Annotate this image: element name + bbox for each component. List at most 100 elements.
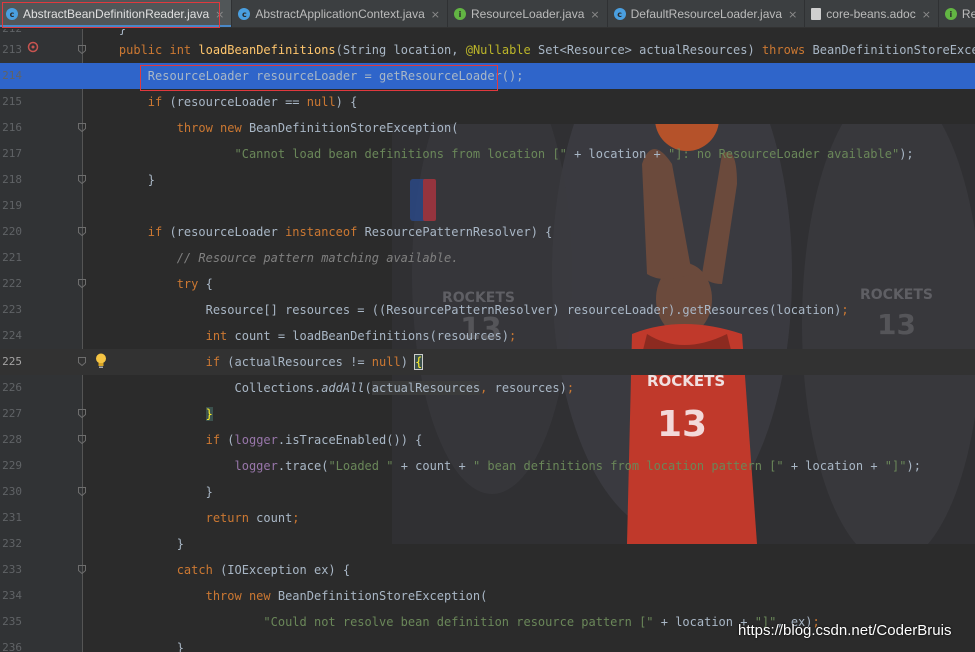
code-line[interactable]: 227 } (0, 401, 975, 427)
close-icon[interactable]: × (922, 8, 931, 21)
line-number: 229 (2, 459, 22, 472)
code-line[interactable]: 217 "Cannot load bean definitions from l… (0, 141, 975, 167)
code-token: actualResources (371, 381, 481, 395)
interface-icon: i (944, 8, 957, 20)
code-line[interactable]: 216 throw new BeanDefinitionStoreExcepti… (0, 115, 975, 141)
code-line[interactable]: 232 } (0, 531, 975, 557)
tab-label: AbstractBeanDefinitionReader.java (23, 7, 210, 21)
code-token: @Nullable (465, 43, 531, 57)
code-token: } (90, 29, 127, 36)
close-icon[interactable]: × (215, 8, 224, 21)
code-editor[interactable]: ROCKETS 13 ROCKETS 13 ROCKETS 13 212 }21… (0, 29, 975, 652)
code-line[interactable]: 219 (0, 193, 975, 219)
code-token: } (90, 173, 156, 187)
tab-abstractbeandefinitionreader-java[interactable]: c AbstractBeanDefinitionReader.java × (0, 0, 233, 27)
code-text: } (90, 536, 184, 552)
watermark: https://blog.csdn.net/CoderBruis (738, 622, 952, 639)
line-number: 215 (2, 95, 22, 108)
tab-defaultresourceloader-java[interactable]: c DefaultResourceLoader.java × (608, 0, 806, 27)
code-token: addAll (321, 381, 365, 395)
line-number: 231 (2, 511, 22, 524)
fold-marker-icon[interactable] (78, 175, 86, 184)
code-line[interactable]: 220 if (resourceLoader instanceof Resour… (0, 219, 975, 245)
tab-resourceloader-java[interactable]: i ResourceLoader.java × (448, 0, 608, 27)
code-text: catch (IOException ex) { (90, 562, 350, 578)
code-line[interactable]: 221 // Resource pattern matching availab… (0, 245, 975, 271)
code-token: ; (509, 329, 517, 343)
code-token: Resource[] resources = ((ResourcePattern… (90, 303, 842, 317)
code-token: null (306, 95, 336, 109)
code-line[interactable]: 226 Collections.addAll(actualResources, … (0, 375, 975, 401)
tab-core-beans-adoc[interactable]: core-beans.adoc × (805, 0, 939, 27)
code-text: int count = loadBeanDefinitions(resource… (90, 328, 517, 344)
code-line[interactable]: 225 if (actualResources != null) { (0, 349, 975, 375)
code-token: , (480, 381, 495, 395)
fold-marker-icon[interactable] (78, 227, 86, 236)
code-line[interactable]: 218 } (0, 167, 975, 193)
fold-marker-icon[interactable] (78, 435, 86, 444)
close-icon[interactable]: × (590, 8, 599, 21)
code-line[interactable]: 213 public int loadBeanDefinitions(Strin… (0, 37, 975, 63)
code-token: " bean definitions from location pattern… (472, 459, 784, 473)
close-icon[interactable]: × (431, 8, 440, 21)
code-token: ; (841, 303, 849, 317)
code-line[interactable]: 222 try { (0, 271, 975, 297)
code-token: "Loaded " (328, 459, 394, 473)
code-line[interactable]: 231 return count; (0, 505, 975, 531)
code-line[interactable]: 228 if (logger.isTraceEnabled()) { (0, 427, 975, 453)
code-token: public int (118, 43, 199, 57)
code-token: ); (906, 459, 921, 473)
tab-label: AbstractApplicationContext.java (255, 7, 425, 21)
code-line[interactable]: 212 } (0, 29, 975, 37)
code-line[interactable]: 224 int count = loadBeanDefinitions(reso… (0, 323, 975, 349)
fold-marker-icon[interactable] (78, 279, 86, 288)
intention-lightbulb-icon[interactable] (94, 352, 108, 370)
tab-label: ResourceLoader.java (471, 7, 585, 21)
code-token: + location + (783, 459, 885, 473)
code-line[interactable]: 215 if (resourceLoader == null) { (0, 89, 975, 115)
code-token: return (205, 511, 257, 525)
line-number: 234 (2, 589, 22, 602)
code-token: "]" (884, 459, 907, 473)
code-token: ResourcePatternResolver) { (364, 225, 553, 239)
tab-abstractapplicationcontext-java[interactable]: c AbstractApplicationContext.java × (232, 0, 448, 27)
close-icon[interactable]: × (788, 8, 797, 21)
code-token: instanceof (285, 225, 365, 239)
fold-marker-icon[interactable] (78, 487, 86, 496)
code-token: throws (761, 43, 813, 57)
code-token: (actualResources != (227, 355, 372, 369)
code-token: .isTraceEnabled()) { (277, 433, 423, 447)
file-icon (811, 8, 822, 20)
code-text: if (actualResources != null) { (90, 354, 424, 370)
code-line[interactable]: 214 ResourceLoader resourceLoader = getR… (0, 63, 975, 89)
line-number: 230 (2, 485, 22, 498)
fold-marker-icon[interactable] (78, 357, 86, 366)
code-text: if (resourceLoader instanceof ResourcePa… (90, 224, 553, 240)
fold-marker-icon[interactable] (78, 123, 86, 132)
code-line[interactable]: 230 } (0, 479, 975, 505)
line-number: 224 (2, 329, 22, 342)
code-token: try (176, 277, 206, 291)
code-token: ); (899, 147, 914, 161)
code-line[interactable]: 229 logger.trace("Loaded " + count + " b… (0, 453, 975, 479)
code-token: ; (566, 381, 575, 395)
line-number: 225 (2, 355, 22, 368)
code-text: Resource[] resources = ((ResourcePattern… (90, 302, 849, 318)
fold-marker-icon[interactable] (78, 409, 86, 418)
fold-marker-icon[interactable] (78, 45, 86, 54)
line-number: 216 (2, 121, 22, 134)
class-icon: c (613, 8, 626, 20)
override-marker-icon[interactable] (27, 41, 39, 53)
tab-resourcepatte[interactable]: i ResourcePatte (939, 0, 975, 27)
class-icon: c (238, 8, 251, 20)
line-number: 218 (2, 173, 22, 186)
code-line[interactable]: 223 Resource[] resources = ((ResourcePat… (0, 297, 975, 323)
code-line[interactable]: 233 catch (IOException ex) { (0, 557, 975, 583)
code-line[interactable]: 234 throw new BeanDefinitionStoreExcepti… (0, 583, 975, 609)
code-token: "Cannot load bean definitions from locat… (234, 147, 567, 161)
fold-marker-icon[interactable] (78, 565, 86, 574)
